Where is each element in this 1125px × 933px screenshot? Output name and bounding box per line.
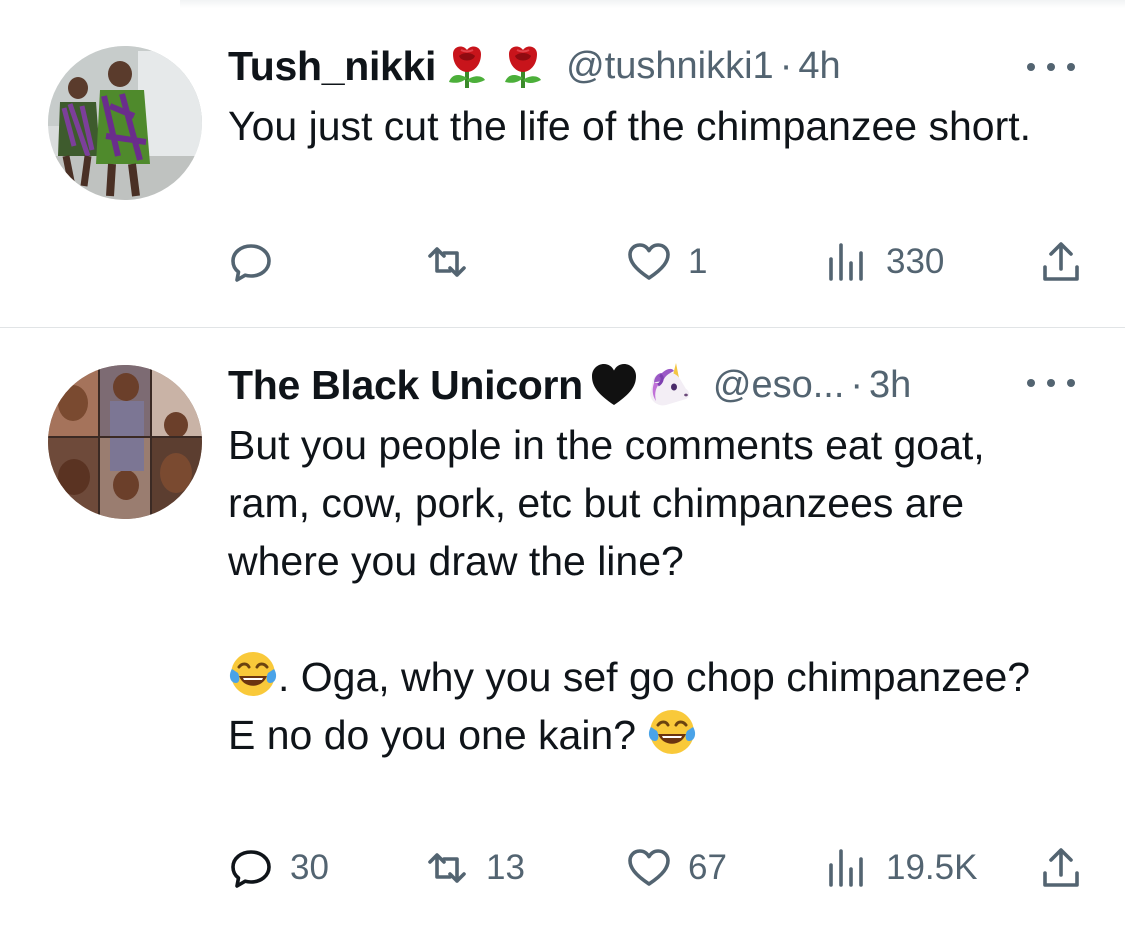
heart-icon (628, 849, 670, 886)
like-count: 67 (688, 848, 727, 887)
reply-button[interactable] (228, 234, 290, 290)
handle[interactable]: @tushnikki1 (566, 45, 774, 88)
reply-icon (231, 850, 271, 888)
tweet-actions: 1 330 (228, 234, 1088, 290)
rose-emoji (498, 41, 548, 91)
timestamp[interactable]: 4h (798, 45, 840, 88)
tweet[interactable]: Tush_nikki @tushnikki1 · 4h You just cut… (0, 0, 1125, 328)
views-icon (829, 849, 863, 887)
views-button[interactable]: 330 (824, 234, 944, 290)
views-button[interactable]: 19.5K (824, 840, 977, 896)
reply-button[interactable]: 30 (228, 840, 329, 896)
like-count: 1 (688, 242, 708, 281)
views-count: 19.5K (886, 848, 978, 887)
views-icon (829, 243, 863, 281)
tweet-paragraph: But you people in the comments eat goat,… (228, 422, 985, 584)
tweet-actions: 30 13 67 19.5K (228, 840, 1088, 896)
tears-of-joy-emoji (228, 649, 278, 699)
tweet-text: You just cut the life of the chimpanzee … (228, 97, 1068, 155)
separator-dot: · (779, 44, 793, 87)
reply-count: 30 (290, 848, 329, 887)
reply-icon (231, 244, 271, 282)
tweet-paragraph-text: . Oga, why you sef go chop chimpanzee? E… (228, 654, 1031, 758)
tweet-text: But you people in the comments eat goat,… (228, 416, 1068, 764)
black-heart-emoji (589, 360, 639, 410)
avatar[interactable] (48, 365, 202, 519)
tweet-header: The Black Unicorn @eso... · 3h (228, 359, 911, 411)
tweet-paragraph: You just cut the life of the chimpanzee … (228, 103, 1032, 149)
timestamp[interactable]: 3h (869, 364, 911, 407)
more-options-icon[interactable] (1027, 57, 1075, 77)
like-button[interactable]: 67 (626, 840, 727, 896)
share-button[interactable] (1038, 840, 1084, 896)
tweet-paragraph: . Oga, why you sef go chop chimpanzee? E… (228, 648, 1068, 764)
separator-dot: · (850, 363, 864, 406)
tweet-header: Tush_nikki @tushnikki1 · 4h (228, 40, 841, 92)
unicorn-emoji (645, 360, 695, 410)
views-count: 330 (886, 242, 945, 281)
retweet-icon (428, 853, 466, 883)
share-icon (1043, 848, 1079, 887)
rose-emoji (442, 41, 492, 91)
tweet-divider (0, 327, 1125, 328)
tweet[interactable]: The Black Unicorn @eso... · 3h But you p… (0, 329, 1125, 933)
retweet-button[interactable]: 13 (424, 840, 525, 896)
display-name[interactable]: Tush_nikki (228, 43, 436, 90)
like-button[interactable]: 1 (626, 234, 707, 290)
display-name[interactable]: The Black Unicorn (228, 362, 583, 409)
tears-of-joy-emoji (647, 707, 697, 757)
retweet-button[interactable] (424, 234, 486, 290)
more-options-icon[interactable] (1027, 373, 1075, 393)
share-icon (1043, 242, 1079, 281)
share-button[interactable] (1038, 234, 1084, 290)
heart-icon (628, 243, 670, 280)
avatar[interactable] (48, 46, 202, 200)
handle[interactable]: @eso... (713, 364, 845, 407)
retweet-icon (428, 247, 466, 277)
retweet-count: 13 (486, 848, 525, 887)
